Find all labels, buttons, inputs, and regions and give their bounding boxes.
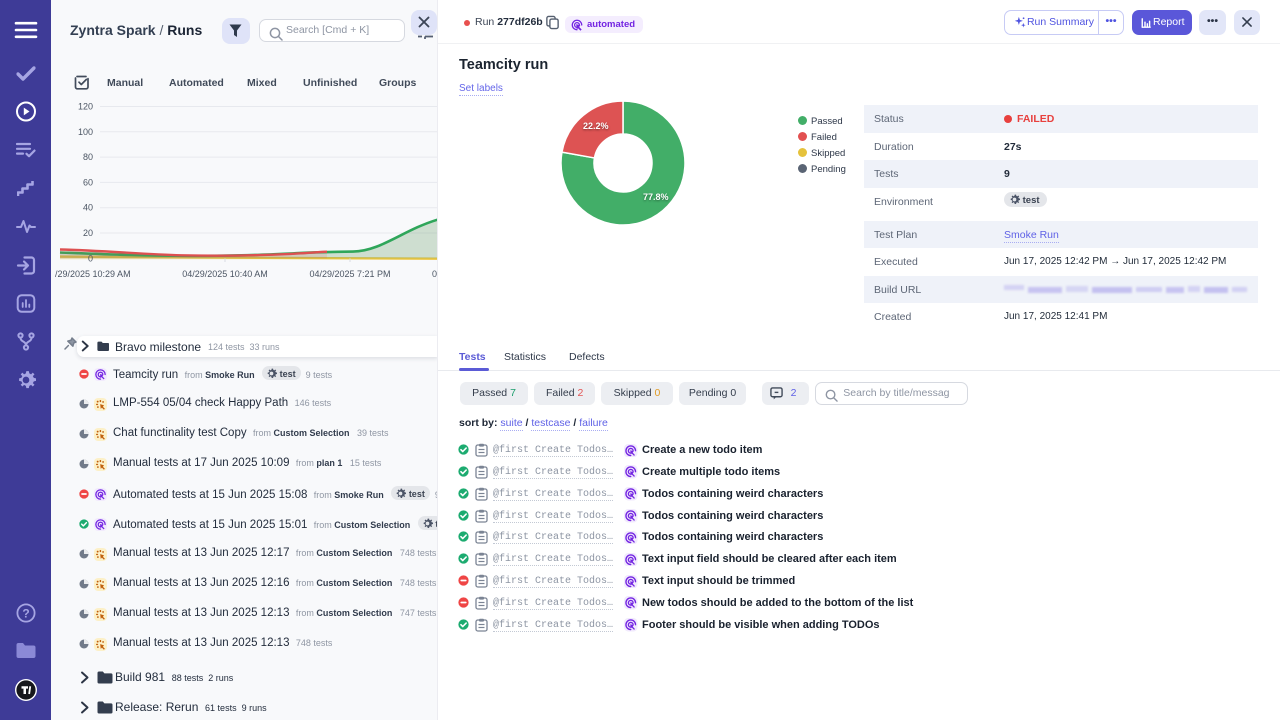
svg-text:60: 60 [83,177,93,187]
svg-text:0: 0 [88,253,93,263]
svg-text:77.8%: 77.8% [643,192,669,202]
svg-text:80: 80 [83,152,93,162]
svg-text:40: 40 [83,203,93,213]
svg-text:100: 100 [78,127,93,137]
svg-text:?: ? [22,606,29,620]
svg-text:04/29/2025 7:21 PM: 04/29/2025 7:21 PM [309,269,390,279]
svg-text:04/29/2025 10:40 AM: 04/29/2025 10:40 AM [182,269,268,279]
svg-text:120: 120 [78,102,93,112]
svg-text:0: 0 [432,269,437,279]
svg-text:22.2%: 22.2% [583,121,609,131]
svg-text:/29/2025 10:29 AM: /29/2025 10:29 AM [55,269,131,279]
svg-text:20: 20 [83,228,93,238]
